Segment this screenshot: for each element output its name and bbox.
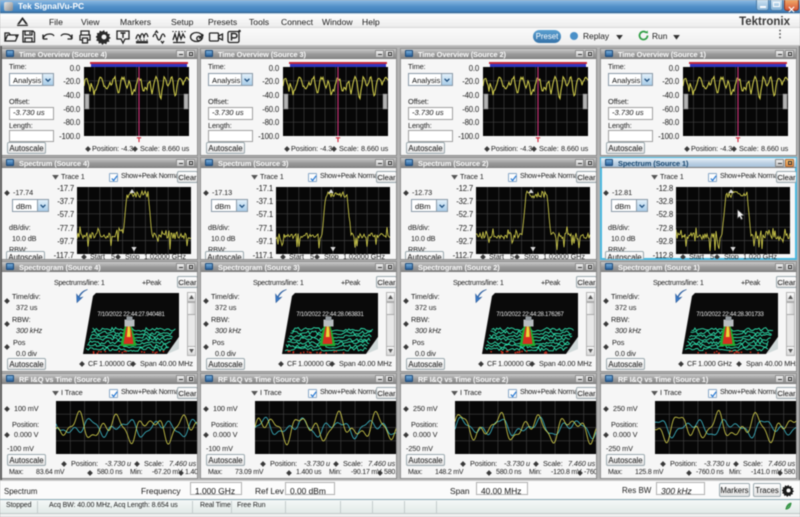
svg-text:7/10/2022 22:44:28.176267: 7/10/2022 22:44:28.176267: [496, 312, 564, 318]
svg-text:7/10/2022 22:44:28.063831: 7/10/2022 22:44:28.063831: [296, 312, 364, 318]
svg-text:7/10/2022 22:44:28.301733: 7/10/2022 22:44:28.301733: [696, 312, 764, 318]
svg-text:7/10/2022 22:44:27.940481: 7/10/2022 22:44:27.940481: [97, 312, 165, 318]
